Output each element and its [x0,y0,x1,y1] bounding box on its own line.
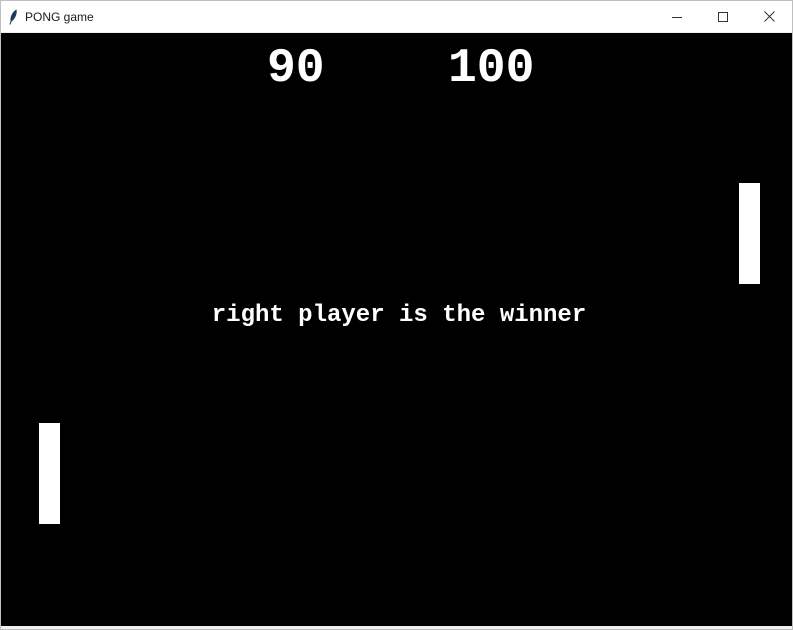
maximize-button[interactable] [700,1,746,32]
game-canvas[interactable]: 90 100 right player is the winner [1,33,792,626]
window-controls [654,1,792,32]
score-right: 100 [448,42,535,96]
score-left: 90 [267,42,325,96]
app-window: PONG game 90 100 right player is the win… [0,0,793,630]
left-paddle [39,423,60,524]
window-title: PONG game [25,9,94,24]
winner-message: right player is the winner [211,302,587,329]
feather-icon [7,9,19,25]
right-paddle [739,183,760,284]
minimize-icon [672,16,682,18]
close-button[interactable] [746,1,792,32]
minimize-button[interactable] [654,1,700,32]
window-bottom-border [1,626,792,629]
close-icon [763,11,775,22]
title-bar[interactable]: PONG game [1,1,792,32]
maximize-icon [718,11,728,22]
